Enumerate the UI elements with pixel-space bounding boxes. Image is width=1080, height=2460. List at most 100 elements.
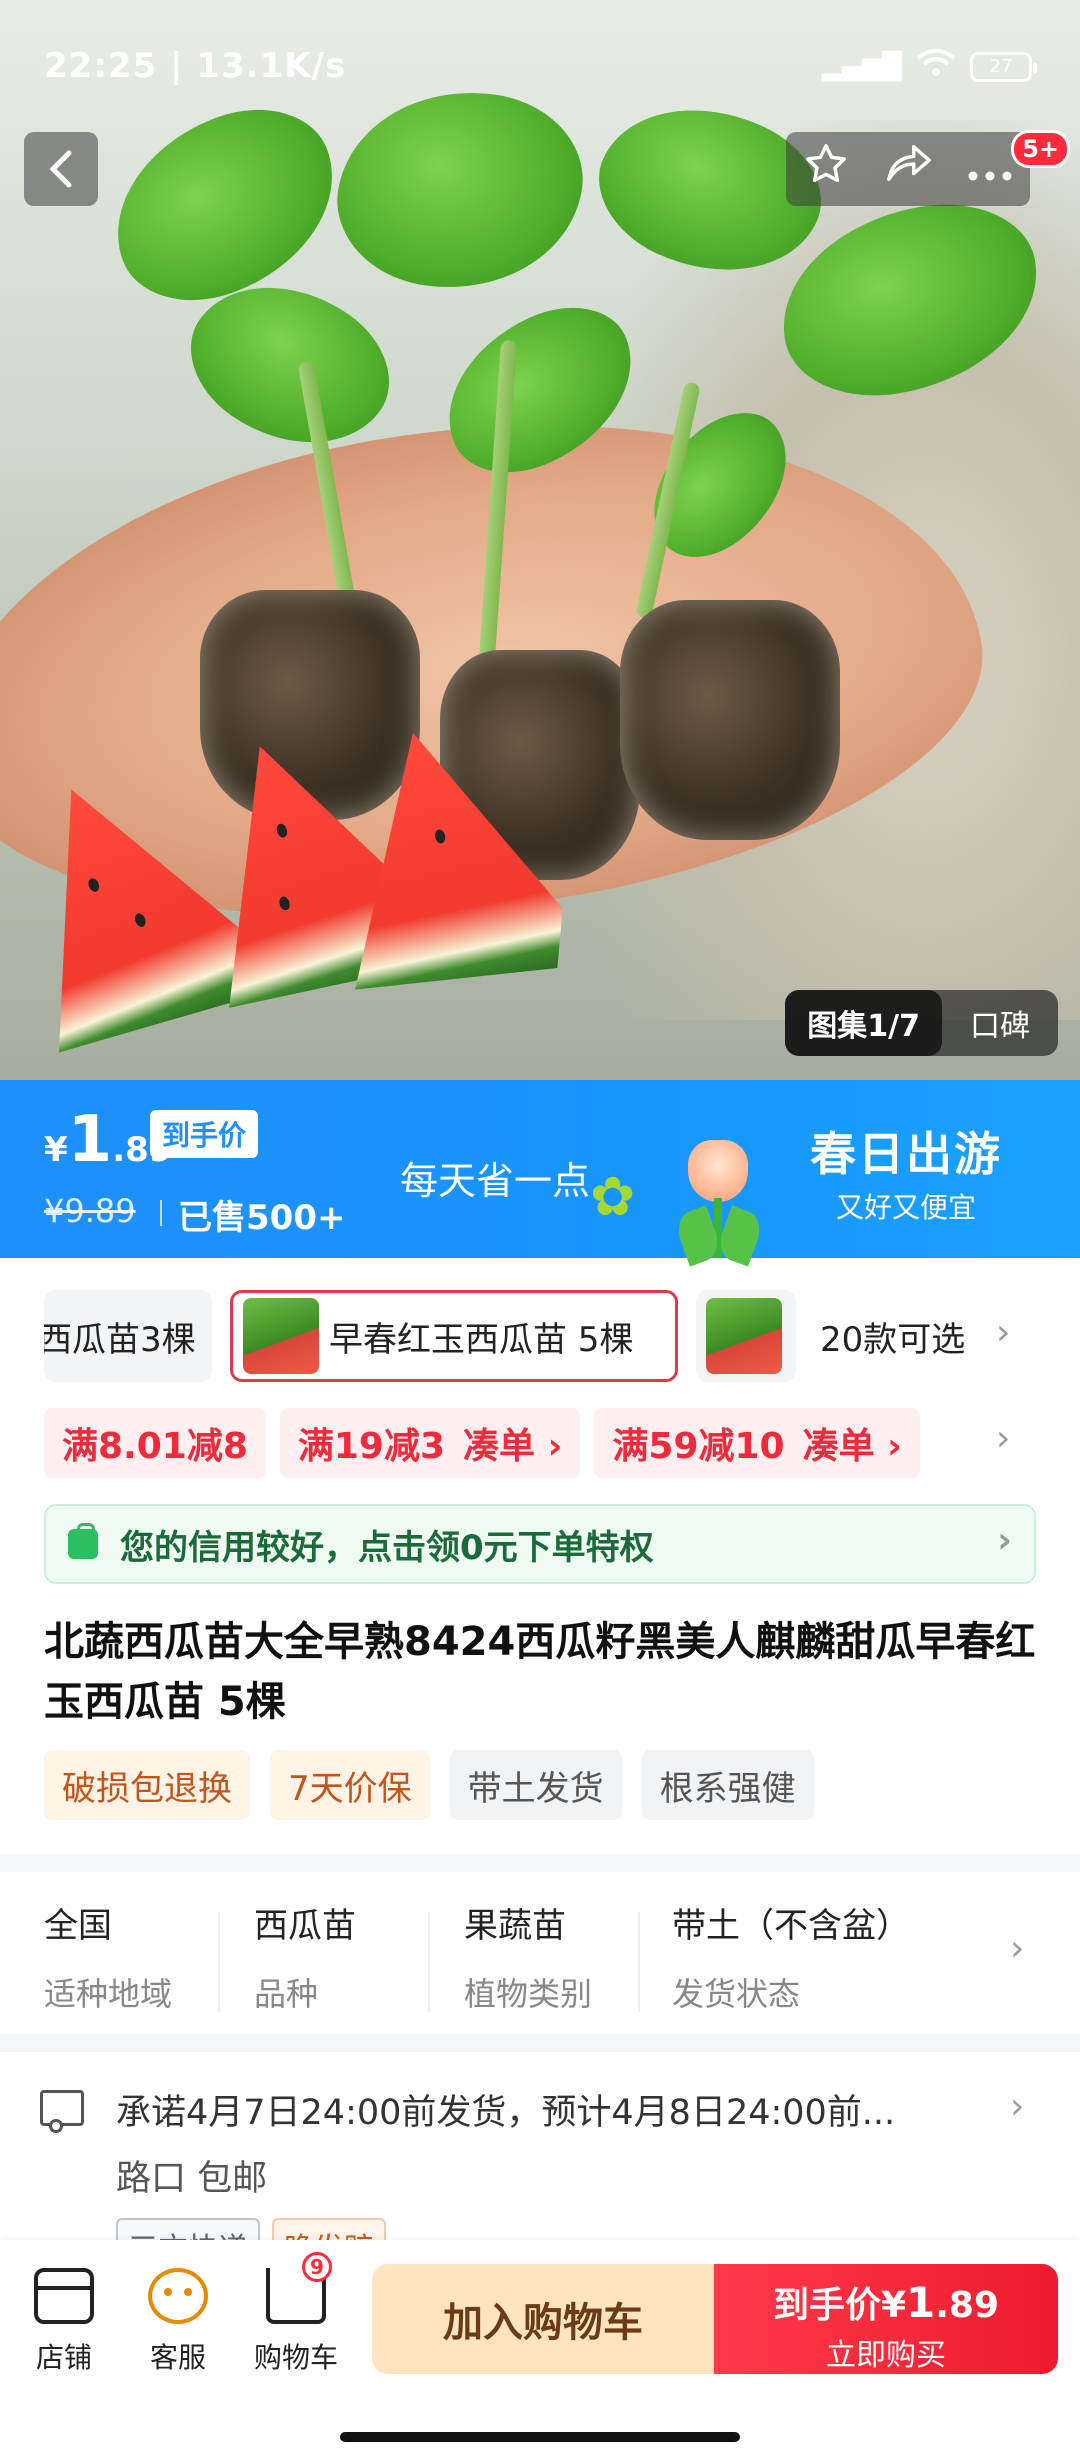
status-bar: 22:25 | 13.1K/s ▂▄▆█ 27 bbox=[0, 0, 1080, 130]
battery-level: 27 bbox=[989, 56, 1013, 77]
tab-reviews[interactable]: 口碑 bbox=[942, 1001, 1058, 1045]
truck-icon bbox=[40, 2090, 84, 2133]
chevron-left-icon bbox=[49, 150, 72, 188]
wifi-icon bbox=[916, 48, 956, 85]
coupon-text: 满59减10 bbox=[612, 1426, 785, 1467]
chevron-right-icon: › bbox=[1010, 2086, 1025, 2127]
price-banner: ¥ 1 .89 到手价 ¥9.89 已售500+ 每天省一点 ✿ 春日出游 又好… bbox=[0, 1080, 1080, 1267]
attribute: 全国 适种地域 bbox=[44, 1898, 172, 2015]
sku-option[interactable] bbox=[696, 1290, 796, 1382]
sku-thumbnail bbox=[706, 1298, 782, 1374]
cart-button[interactable]: 9 购物车 bbox=[246, 2252, 346, 2376]
buy-now-label: 立即购买 bbox=[826, 2338, 946, 2373]
coupon-text: 满19减3 bbox=[297, 1426, 446, 1467]
buy-price-label: 到手价¥ bbox=[772, 2285, 907, 2326]
battery-icon: 27 bbox=[970, 51, 1037, 82]
cart-label: 购物车 bbox=[253, 2341, 338, 2374]
sku-option[interactable]: 西瓜苗3棵 bbox=[44, 1290, 212, 1382]
promo-slogan: 每天省一点 bbox=[400, 1159, 591, 1203]
cart-badge: 9 bbox=[302, 2252, 332, 2282]
shopping-bag-icon bbox=[68, 1523, 98, 1559]
attribute-key: 植物类别 bbox=[464, 1975, 593, 2013]
sku-count[interactable]: 20款可选 bbox=[820, 1312, 965, 1361]
clock: 22:25 bbox=[44, 46, 158, 86]
divider bbox=[218, 1912, 220, 2012]
cart-icon: 9 bbox=[266, 2252, 332, 2324]
signal-icon: ▂▄▆█ bbox=[822, 51, 902, 82]
coupon[interactable]: 满8.01减8 bbox=[44, 1408, 266, 1478]
home-indicator[interactable] bbox=[340, 2432, 740, 2442]
delivery-promise: 承诺4月7日24:00前发货，预计4月8日24:00前... bbox=[116, 2093, 896, 2133]
buy-price-decimal: .89 bbox=[935, 2285, 1000, 2326]
more-button[interactable] bbox=[967, 146, 1013, 192]
divider bbox=[428, 1912, 430, 2012]
status-icons: ▂▄▆█ 27 bbox=[822, 48, 1037, 85]
tulip-icon bbox=[660, 1140, 770, 1267]
attribute-value: 果蔬苗 bbox=[464, 1906, 566, 1946]
coupon-row: 满8.01减8 满19减3 凑单 › 满59减10 凑单 › bbox=[44, 1408, 920, 1478]
credit-banner[interactable]: 您的信用较好，点击领0元下单特权 › bbox=[44, 1504, 1036, 1584]
campaign-subtitle: 又好又便宜 bbox=[835, 1191, 976, 1224]
chevron-right-icon: › bbox=[1010, 1928, 1025, 1969]
store-icon bbox=[34, 2268, 94, 2324]
share-icon bbox=[887, 145, 931, 182]
chevron-right-icon[interactable]: › bbox=[996, 1418, 1010, 1459]
more-icon bbox=[968, 171, 1012, 181]
service-tag[interactable]: 破损包退换 bbox=[44, 1750, 250, 1820]
buy-now-button[interactable]: 到手价¥1.89 立即购买 bbox=[714, 2264, 1058, 2374]
sku-selector: 西瓜苗3棵 早春红玉西瓜苗 5棵 20款可选 › bbox=[0, 1290, 1080, 1382]
gallery-switcher: 图集1/7 口碑 bbox=[785, 990, 1058, 1056]
customer-service-icon bbox=[148, 2268, 208, 2324]
campaign-label[interactable]: 春日出游 又好又便宜 bbox=[810, 1118, 1002, 1226]
currency-symbol: ¥ bbox=[44, 1130, 68, 1170]
root-ball bbox=[200, 590, 420, 820]
sku-thumbnail bbox=[243, 1298, 319, 1374]
attribute-value: 全国 bbox=[44, 1906, 112, 1946]
attribute: 西瓜苗 品种 bbox=[254, 1898, 356, 2015]
divider bbox=[638, 1912, 640, 2012]
buy-price-integer: 1 bbox=[906, 2278, 936, 2327]
store-label: 店铺 bbox=[35, 2341, 92, 2374]
back-button[interactable] bbox=[24, 132, 98, 206]
sku-option-label: 西瓜苗3棵 bbox=[44, 1319, 196, 1360]
product-image[interactable]: 22:25 | 13.1K/s ▂▄▆█ 27 5+ 图集1/7 口碑 bbox=[0, 0, 1080, 1080]
chevron-right-icon: › bbox=[997, 1520, 1012, 1561]
final-price-badge: 到手价 bbox=[150, 1110, 259, 1158]
root-ball bbox=[620, 600, 840, 840]
coupon-action[interactable]: 凑单 › bbox=[803, 1417, 902, 1469]
coupon-text: 满8.01减8 bbox=[62, 1426, 248, 1467]
attribute-value: 带土（不含盆） bbox=[672, 1906, 910, 1946]
sku-option-selected[interactable]: 早春红玉西瓜苗 5棵 bbox=[230, 1290, 678, 1382]
attribute-key: 品种 bbox=[254, 1975, 319, 2013]
coupon-action[interactable]: 凑单 › bbox=[463, 1417, 562, 1469]
attribute: 带土（不含盆） 发货状态 bbox=[672, 1898, 910, 2015]
service-label: 客服 bbox=[149, 2341, 206, 2374]
attribute: 果蔬苗 植物类别 bbox=[464, 1898, 592, 2015]
campaign-title: 春日出游 bbox=[810, 1127, 1002, 1181]
chevron-right-icon[interactable]: › bbox=[996, 1312, 1010, 1353]
add-to-cart-button[interactable]: 加入购物车 bbox=[372, 2264, 714, 2374]
share-button[interactable] bbox=[883, 141, 933, 197]
attributes-panel[interactable]: 全国 适种地域 西瓜苗 品种 果蔬苗 植物类别 带土（不含盆） 发货状态 › bbox=[0, 1892, 1080, 2032]
separator: | bbox=[170, 46, 197, 86]
service-tags: 破损包退换 7天价保 带土发货 根系强健 bbox=[44, 1750, 814, 1820]
divider bbox=[160, 1200, 162, 1226]
favorite-button[interactable] bbox=[803, 141, 849, 197]
customer-service-button[interactable]: 客服 bbox=[128, 2268, 228, 2376]
attribute-value: 西瓜苗 bbox=[254, 1906, 356, 1946]
clover-icon: ✿ bbox=[590, 1165, 636, 1228]
service-tag[interactable]: 7天价保 bbox=[270, 1750, 430, 1820]
store-button[interactable]: 店铺 bbox=[14, 2268, 114, 2376]
shipping-info: 路口 包邮 bbox=[116, 2159, 268, 2199]
add-to-cart-label: 加入购物车 bbox=[443, 2300, 643, 2346]
sku-option-label: 早春红玉西瓜苗 5棵 bbox=[329, 1319, 634, 1360]
message-badge: 5+ bbox=[1011, 130, 1070, 168]
original-price: ¥9.89 bbox=[44, 1192, 136, 1230]
star-icon bbox=[806, 144, 846, 183]
section-divider bbox=[0, 2034, 1080, 2052]
status-time: 22:25 | 13.1K/s bbox=[44, 46, 346, 86]
top-actions bbox=[786, 132, 1030, 206]
coupon[interactable]: 满19减3 凑单 › bbox=[279, 1408, 581, 1478]
tab-gallery[interactable]: 图集1/7 bbox=[785, 990, 942, 1056]
coupon[interactable]: 满59减10 凑单 › bbox=[594, 1408, 920, 1478]
